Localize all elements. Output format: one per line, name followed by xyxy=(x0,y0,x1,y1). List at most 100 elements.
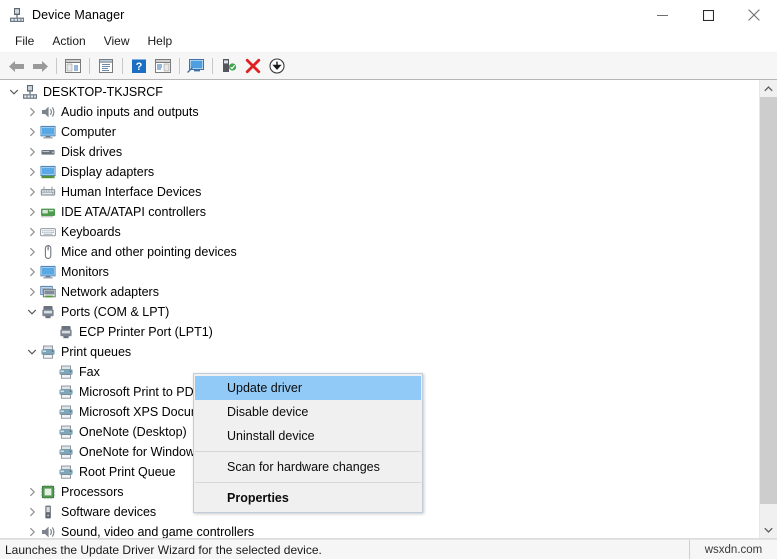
printer-icon xyxy=(59,465,73,479)
ctx-update-driver[interactable]: Update driver xyxy=(195,376,421,400)
tree-node[interactable]: Disk drives xyxy=(0,142,759,162)
back-arrow-icon xyxy=(8,60,24,72)
update-driver-button[interactable] xyxy=(217,55,241,77)
tree-node-label: Microsoft Print to PDF xyxy=(79,385,202,399)
tree-node[interactable]: Monitors xyxy=(0,262,759,282)
port-icon xyxy=(42,306,54,319)
properties-button[interactable] xyxy=(94,55,118,77)
expand-collapse-chevron-right-icon[interactable] xyxy=(24,522,40,538)
expand-collapse-chevron-right-icon[interactable] xyxy=(24,202,40,222)
menu-bar: File Action View Help xyxy=(0,30,777,53)
menu-action[interactable]: Action xyxy=(43,32,94,51)
expand-collapse-chevron-right-icon[interactable] xyxy=(24,222,40,242)
disk-drive-icon xyxy=(41,150,55,155)
close-button[interactable] xyxy=(731,0,777,30)
down-arrow-circle-icon xyxy=(269,58,285,74)
tree-node[interactable]: Audio inputs and outputs xyxy=(0,102,759,122)
expand-collapse-chevron-down-icon[interactable] xyxy=(24,302,40,322)
tree-node-label: Print queues xyxy=(61,345,132,359)
ctx-uninstall-device[interactable]: Uninstall device xyxy=(194,424,422,448)
ctx-properties[interactable]: Properties xyxy=(194,486,422,510)
tree-node-label: Mice and other pointing devices xyxy=(61,245,237,259)
printer-icon xyxy=(59,385,73,399)
minimize-icon xyxy=(656,14,668,16)
expand-collapse-chevron-right-icon[interactable] xyxy=(24,182,40,202)
scan-hardware-changes-button[interactable] xyxy=(184,55,208,77)
uninstall-device-button[interactable] xyxy=(241,55,265,77)
red-x-icon xyxy=(245,58,261,74)
separator-2 xyxy=(89,58,90,74)
port-icon xyxy=(60,326,72,339)
tree-node[interactable]: Mice and other pointing devices xyxy=(0,242,759,262)
help-button[interactable]: ? xyxy=(127,55,151,77)
expand-collapse-chevron-right-icon[interactable] xyxy=(24,242,40,262)
expand-collapse-chevron-right-icon[interactable] xyxy=(24,282,40,302)
scroll-up-button[interactable] xyxy=(760,80,777,97)
scrollbar-track[interactable] xyxy=(760,97,777,521)
maximize-button[interactable] xyxy=(685,0,731,30)
tree-node[interactable]: Display adapters xyxy=(0,162,759,182)
tree-node[interactable]: Sound, video and game controllers xyxy=(0,522,759,538)
expand-collapse-chevron-right-icon[interactable] xyxy=(24,482,40,502)
back-button[interactable] xyxy=(4,55,28,77)
context-menu[interactable]: Update driver Disable device Uninstall dev… xyxy=(193,373,423,513)
help-question-icon: ? xyxy=(132,59,146,73)
expand-collapse-chevron-right-icon[interactable] xyxy=(24,142,40,162)
tree-node-label: Keyboards xyxy=(61,225,121,239)
hid-icon xyxy=(40,186,56,196)
ctx-separator-2 xyxy=(195,482,421,483)
chevron-up-icon xyxy=(764,85,773,91)
separator-3 xyxy=(122,58,123,74)
expand-collapse-chevron-down-icon[interactable] xyxy=(24,342,40,362)
network-adapter-icon xyxy=(40,285,56,298)
expand-collapse-chevron-right-icon[interactable] xyxy=(24,502,40,522)
tree-node-label: Monitors xyxy=(61,265,109,279)
menu-view[interactable]: View xyxy=(95,32,139,51)
forward-arrow-icon xyxy=(32,60,48,72)
monitor-icon xyxy=(40,265,56,279)
close-icon xyxy=(748,9,760,21)
tree-node[interactable]: Network adapters xyxy=(0,282,759,302)
speaker-icon xyxy=(42,106,55,118)
forward-button[interactable] xyxy=(28,55,52,77)
tree-node-label: Sound, video and game controllers xyxy=(61,525,255,538)
expand-collapse-chevron-right-icon[interactable] xyxy=(24,102,40,122)
tree-node-label: Display adapters xyxy=(61,165,155,179)
menu-file[interactable]: File xyxy=(6,32,43,51)
show-hide-action-pane-button[interactable] xyxy=(151,55,175,77)
toolbar: ? xyxy=(0,53,777,80)
tree-node[interactable]: Human Interface Devices xyxy=(0,182,759,202)
expand-collapse-chevron-right-icon[interactable] xyxy=(24,162,40,182)
minimize-button[interactable] xyxy=(639,0,685,30)
expand-collapse-chevron-right-icon[interactable] xyxy=(24,262,40,282)
ctx-scan-hardware-changes[interactable]: Scan for hardware changes xyxy=(194,455,422,479)
vertical-scrollbar[interactable] xyxy=(759,80,777,538)
tree-node[interactable]: DESKTOP-TKJSRCF xyxy=(0,82,759,102)
update-driver-icon xyxy=(222,59,236,72)
tree-node[interactable]: Computer xyxy=(0,122,759,142)
ctx-separator-1 xyxy=(195,451,421,452)
tree-node[interactable]: IDE ATA/ATAPI controllers xyxy=(0,202,759,222)
separator-4 xyxy=(179,58,180,74)
printer-icon xyxy=(41,345,55,359)
tree-node[interactable]: Keyboards xyxy=(0,222,759,242)
scroll-down-button[interactable] xyxy=(760,521,777,538)
status-message: Launches the Update Driver Wizard for th… xyxy=(5,542,322,557)
ctx-disable-device[interactable]: Disable device xyxy=(194,400,422,424)
tree-node-label: Computer xyxy=(61,125,116,139)
tree-node[interactable]: ECP Printer Port (LPT1) xyxy=(0,322,759,342)
printer-icon xyxy=(59,425,73,439)
chevron-down-icon xyxy=(764,527,773,533)
expand-collapse-chevron-right-icon[interactable] xyxy=(24,122,40,142)
disable-device-button[interactable] xyxy=(265,55,289,77)
tree-node[interactable]: Ports (COM & LPT) xyxy=(0,302,759,322)
show-hide-console-tree-button[interactable] xyxy=(61,55,85,77)
menu-help[interactable]: Help xyxy=(139,32,182,51)
expand-collapse-chevron-down-icon[interactable] xyxy=(6,82,22,102)
scrollbar-thumb[interactable] xyxy=(760,97,777,505)
tree-node[interactable]: Print queues xyxy=(0,342,759,362)
maximize-icon xyxy=(702,9,714,21)
printer-icon xyxy=(59,365,73,379)
